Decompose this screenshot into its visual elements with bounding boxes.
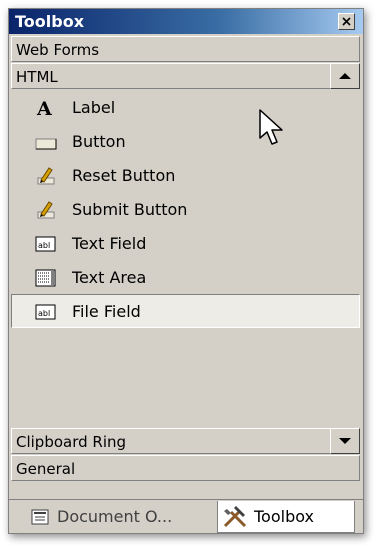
item-label: Text Field — [72, 234, 147, 253]
svg-text:A: A — [36, 99, 52, 117]
text-area-icon — [35, 269, 56, 287]
title-bar[interactable]: Toolbox — [9, 9, 363, 34]
item-label: File Field — [72, 302, 141, 321]
window-title: Toolbox — [15, 12, 85, 31]
category-html[interactable]: HTML — [11, 63, 360, 89]
reset-button-icon — [37, 167, 55, 185]
close-icon — [342, 17, 351, 26]
category-label: General — [16, 460, 76, 478]
toolbox-item-label[interactable]: A Label — [11, 90, 360, 124]
tab-toolbox[interactable]: Toolbox — [217, 501, 355, 533]
hammer-icon — [223, 506, 247, 528]
toolbox-panel: Toolbox Web Forms HTML A Label Button Re… — [8, 8, 364, 534]
tab-document-outline[interactable]: Document O... — [15, 501, 217, 533]
button-icon — [35, 138, 57, 150]
toolbox-item-text-field[interactable]: abl Text Field — [11, 226, 360, 260]
toolbox-item-file-field[interactable]: abl File Field — [11, 294, 360, 328]
svg-text:abl: abl — [38, 241, 50, 250]
scroll-down-button[interactable] — [330, 428, 360, 454]
mouse-pointer-icon — [259, 109, 283, 148]
category-general[interactable]: General — [11, 455, 360, 481]
toolbox-item-text-area[interactable]: Text Area — [11, 260, 360, 294]
tab-label: Toolbox — [254, 507, 314, 526]
file-field-icon: abl — [35, 304, 56, 320]
arrow-down-icon — [339, 438, 351, 444]
toolbox-item-reset-button[interactable]: Reset Button — [11, 158, 360, 192]
label-a-icon: A — [36, 99, 52, 117]
tab-bar: Document O... Toolbox — [9, 499, 363, 533]
category-web-forms[interactable]: Web Forms — [11, 36, 360, 62]
category-clipboard-ring[interactable]: Clipboard Ring — [11, 428, 360, 454]
item-label: Label — [72, 98, 116, 117]
category-label: Web Forms — [16, 41, 100, 59]
item-label: Submit Button — [72, 200, 188, 219]
item-label: Text Area — [72, 268, 147, 287]
item-label: Button — [72, 132, 126, 151]
category-label: Clipboard Ring — [16, 433, 127, 451]
submit-button-icon — [37, 201, 55, 219]
category-label: HTML — [16, 68, 58, 86]
tab-label: Document O... — [57, 507, 173, 526]
toolbox-item-button[interactable]: Button — [11, 124, 360, 158]
scroll-up-button[interactable] — [330, 63, 360, 89]
svg-text:abl: abl — [38, 309, 50, 318]
text-field-icon: abl — [35, 236, 56, 252]
toolbox-item-submit-button[interactable]: Submit Button — [11, 192, 360, 226]
document-outline-icon — [31, 509, 49, 525]
item-label: Reset Button — [72, 166, 176, 185]
close-button[interactable] — [338, 13, 355, 30]
arrow-up-icon — [339, 73, 351, 79]
